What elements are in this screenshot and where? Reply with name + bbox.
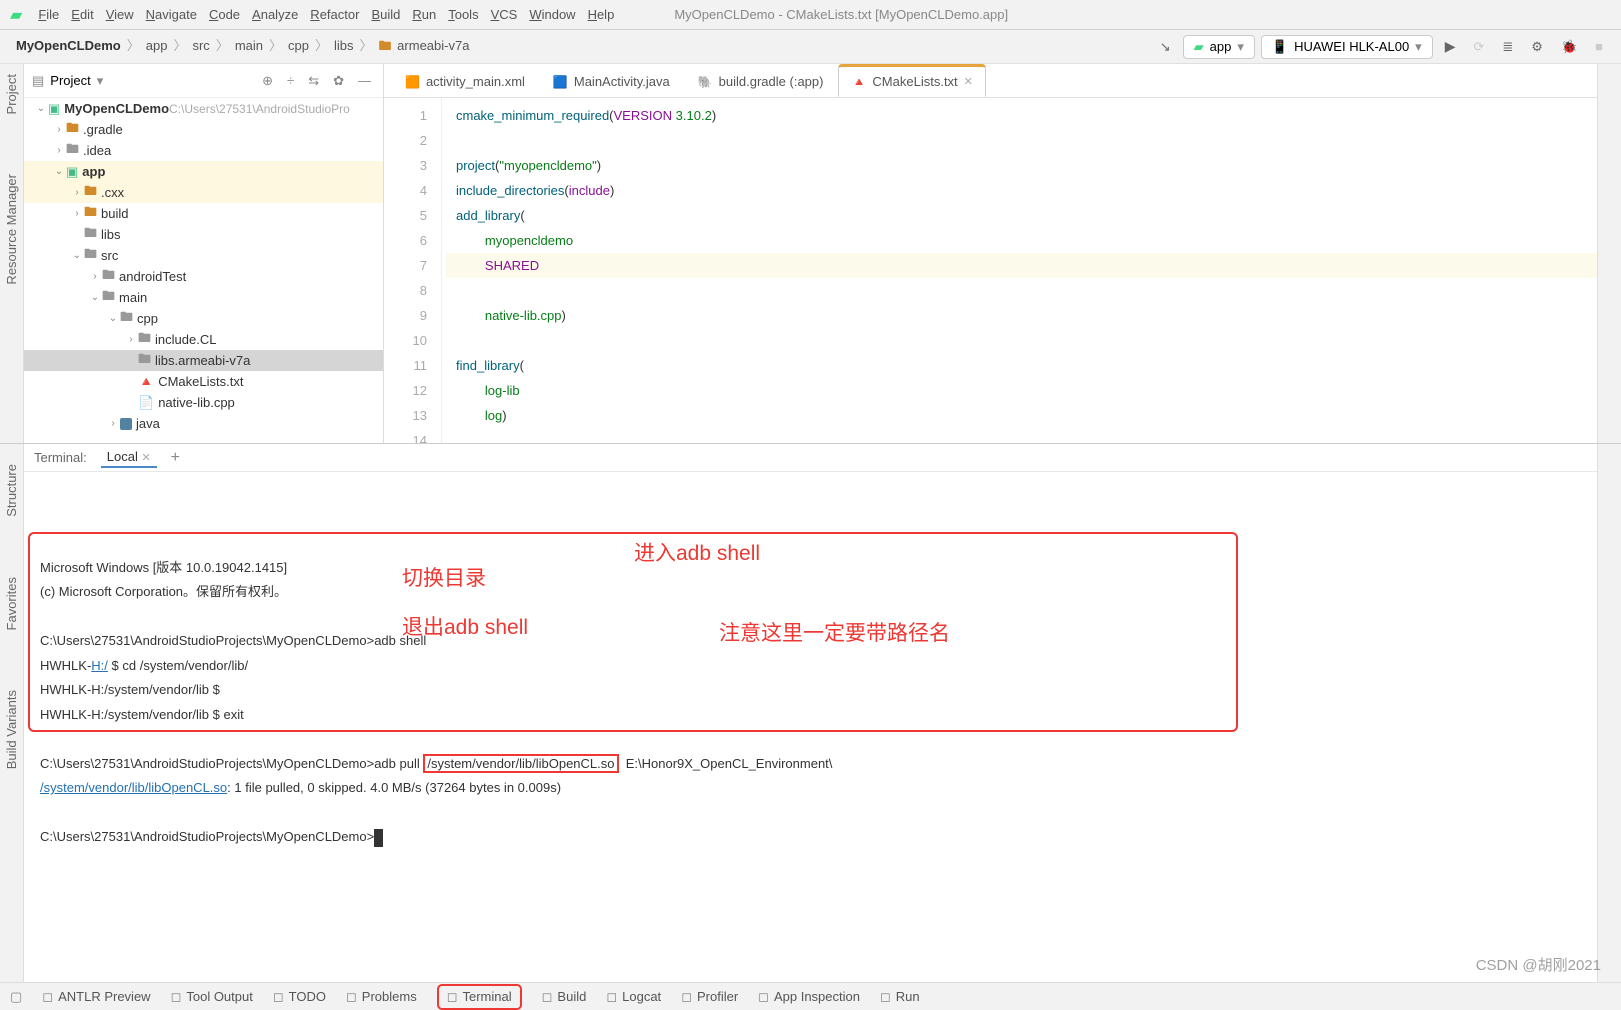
right-tool-strip-lower [1597,444,1621,982]
tree-node[interactable]: 📄native-lib.cpp [24,392,383,413]
menu-vcs[interactable]: VCS [485,5,524,24]
menu-file[interactable]: File [32,5,65,24]
tree-node[interactable]: ›🖿androidTest [24,266,383,287]
tree-node[interactable]: ›🖿include.CL [24,329,383,350]
terminal-output[interactable]: Microsoft Windows [版本 10.0.19042.1415](c… [24,472,1597,982]
select-opened-icon[interactable]: ⊕ [258,71,277,91]
tree-node[interactable]: ⌄🖿src [24,245,383,266]
menu-help[interactable]: Help [582,5,621,24]
editor-tab[interactable]: 🔺CMakeLists.txt ✕ [838,64,985,97]
watermark: CSDN @胡刚2021 [1476,954,1601,975]
attach-icon[interactable]: 🐞 [1555,36,1583,58]
crumb-MyOpenCLDemo[interactable]: MyOpenCLDemo [12,36,125,55]
run-button[interactable]: ▶ [1439,35,1462,58]
close-icon[interactable]: ✕ [141,452,150,464]
status-bar: ▢ ◻ ANTLR Preview ◻ Tool Output ◻ TODO ◻ Pr… [0,982,1621,1010]
tree-node[interactable]: 🔺CMakeLists.txt [24,371,383,392]
menu-tools[interactable]: Tools [442,5,484,24]
menu-window[interactable]: Window [523,5,581,24]
tree-node[interactable]: ›🖿build [24,203,383,224]
status-todo[interactable]: ◻ TODO [273,989,326,1005]
tool-favorites[interactable]: Favorites [4,577,19,630]
collapse-icon[interactable]: ⇆ [304,71,323,91]
crumb-main[interactable]: main [231,36,267,55]
terminal-tab-local[interactable]: Local ✕ [101,447,157,468]
menu-analyze[interactable]: Analyze [246,5,304,24]
status-terminal[interactable]: ◻ Terminal [437,984,522,1010]
editor-tab[interactable]: 🟧activity_main.xml [392,66,538,97]
status-tool-output[interactable]: ◻ Tool Output [171,989,253,1005]
project-view-dropdown[interactable]: Project [50,73,90,88]
new-terminal-button[interactable]: + [171,449,180,467]
editor-tabs: 🟧activity_main.xml🟦MainActivity.java🐘bui… [384,64,1597,98]
settings-icon[interactable]: ✿ [329,71,348,91]
close-icon[interactable]: ✕ [964,75,973,88]
left-tool-strip: Project Resource Manager [0,64,24,443]
menu-code[interactable]: Code [203,5,246,24]
tree-node[interactable]: ⌄🖿main [24,287,383,308]
status-build[interactable]: ◻ Build [542,989,587,1005]
status-problems[interactable]: ◻ Problems [346,989,417,1005]
apply-changes-icon[interactable]: ⟳ [1467,36,1490,58]
tree-node[interactable]: ›🖿.gradle [24,119,383,140]
menu-build[interactable]: Build [365,5,406,24]
window-title: MyOpenCLDemo - CMakeLists.txt [MyOpenCLD… [674,7,1008,22]
tree-node[interactable]: 🖿libs.armeabi-v7a [24,350,383,371]
status-logcat[interactable]: ◻ Logcat [606,989,661,1005]
editor: 🟧activity_main.xml🟦MainActivity.java🐘bui… [384,64,1597,443]
device-dropdown[interactable]: 📱HUAWEI HLK-AL00▾ [1261,35,1433,59]
tool-window-icon[interactable]: ▢ [10,989,22,1005]
tree-node[interactable]: ⌄🖿cpp [24,308,383,329]
tree-node[interactable]: 🖿libs [24,224,383,245]
code-content[interactable]: cmake_minimum_required(VERSION 3.10.2) p… [442,98,1597,443]
terminal-panel: Terminal: Local ✕ + Microsoft Windows [版… [24,444,1597,982]
project-panel: ▤ Project ▾ ⊕ ÷ ⇆ ✿ — ⌄▣MyOpenCLDemo C:\… [24,64,384,443]
expand-icon[interactable]: ÷ [283,71,298,90]
android-logo-icon: ▰ [10,5,22,25]
sync-icon[interactable]: ↘ [1154,36,1177,58]
left-tool-strip-lower: Structure Favorites Build Variants [0,444,24,982]
status-run[interactable]: ◻ Run [880,989,920,1005]
tree-node[interactable]: ›🖿.idea [24,140,383,161]
stop-icon[interactable]: ■ [1589,36,1609,57]
toolbar: MyOpenCLDemo〉app〉src〉main〉cpp〉libs〉🖿 arm… [0,30,1621,64]
terminal-label: Terminal: [34,450,87,465]
editor-tab[interactable]: 🐘build.gradle (:app) [685,66,837,97]
right-tool-strip [1597,64,1621,443]
menubar: ▰ FileEditViewNavigateCodeAnalyzeRefacto… [0,0,1621,30]
menu-refactor[interactable]: Refactor [304,5,365,24]
hide-icon[interactable]: — [354,71,375,90]
tool-structure[interactable]: Structure [4,464,19,517]
crumb-cpp[interactable]: cpp [284,36,313,55]
status-profiler[interactable]: ◻ Profiler [681,989,738,1005]
tool-resource-manager[interactable]: Resource Manager [4,174,19,285]
tool-project[interactable]: Project [4,74,19,114]
line-gutter: 1234567891011121314 [384,98,442,443]
menu-navigate[interactable]: Navigate [140,5,203,24]
status-app-inspection[interactable]: ◻ App Inspection [758,989,860,1005]
debug-icon[interactable]: ≣ [1496,36,1519,58]
tree-node[interactable]: ›java [24,413,383,434]
tree-node[interactable]: ⌄▣app [24,161,383,182]
crumb-src[interactable]: src [188,36,213,55]
project-tree[interactable]: ⌄▣MyOpenCLDemo C:\Users\27531\AndroidStu… [24,98,383,443]
menu-view[interactable]: View [100,5,140,24]
run-config-dropdown[interactable]: ▰app▾ [1183,35,1255,59]
tree-node[interactable]: ›🖿.cxx [24,182,383,203]
status-antlr-preview[interactable]: ◻ ANTLR Preview [42,989,150,1005]
menu-run[interactable]: Run [406,5,442,24]
crumb-armeabi-v7a[interactable]: 🖿 armeabi-v7a [375,36,474,55]
tree-node[interactable]: ⌄▣MyOpenCLDemo C:\Users\27531\AndroidStu… [24,98,383,119]
crumb-libs[interactable]: libs [330,36,358,55]
crumb-app[interactable]: app [142,36,172,55]
editor-tab[interactable]: 🟦MainActivity.java [540,66,683,97]
tool-build-variants[interactable]: Build Variants [4,690,19,769]
profile-icon[interactable]: ⚙ [1525,36,1549,58]
menu-edit[interactable]: Edit [65,5,99,24]
